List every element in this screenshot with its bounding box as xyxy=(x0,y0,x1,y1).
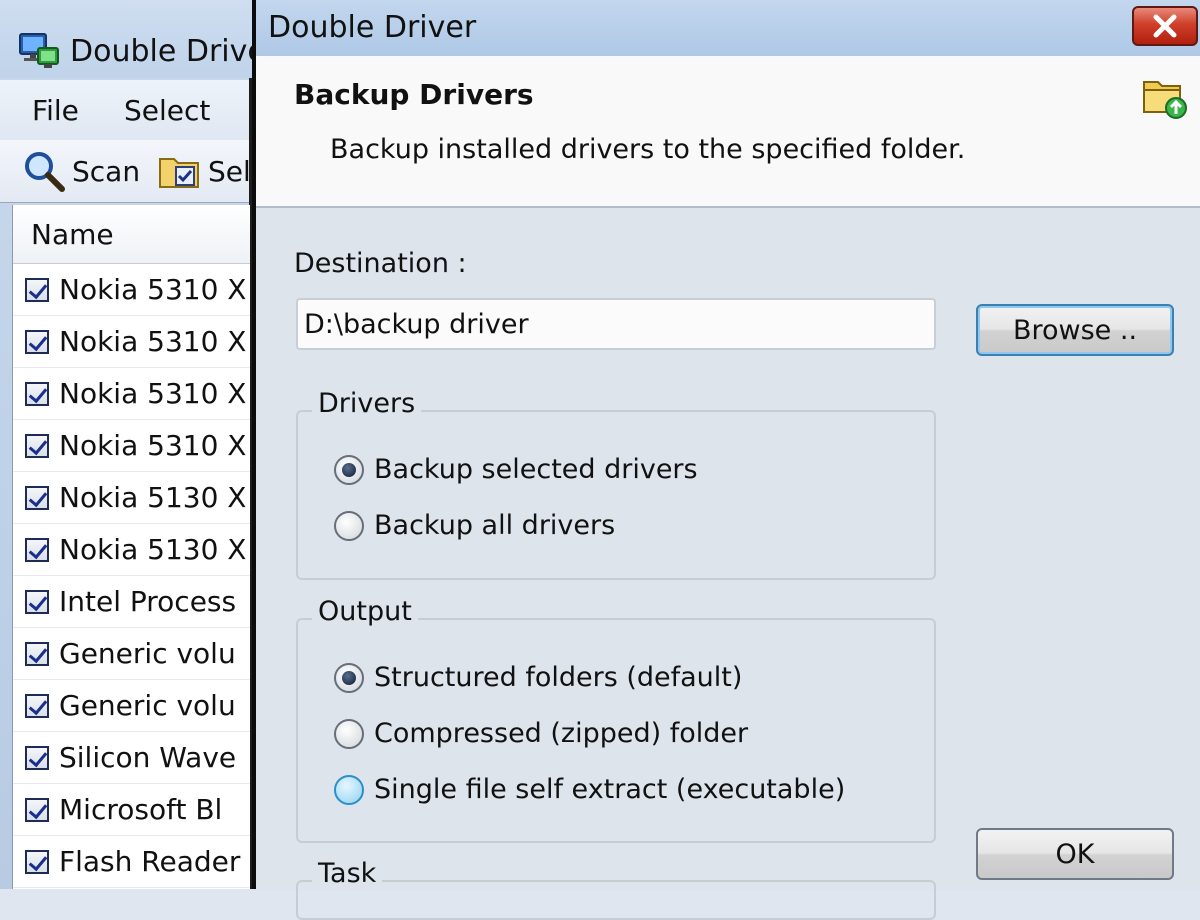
table-row[interactable]: Intel Process xyxy=(13,576,250,628)
row-checkbox[interactable] xyxy=(25,849,49,874)
row-checkbox[interactable] xyxy=(25,589,49,614)
main-window: Double Drive File Select Scan Sel Name N… xyxy=(0,0,266,889)
table-row[interactable]: Silicon Wave xyxy=(13,732,250,784)
row-label: Nokia 5310 X xyxy=(59,325,247,358)
folder-upload-icon xyxy=(1142,74,1188,124)
header-description: Backup installed drivers to the specifie… xyxy=(330,134,966,165)
radio-label: Compressed (zipped) folder xyxy=(374,718,749,749)
row-label: Nokia 5130 X xyxy=(59,533,247,566)
radio-button[interactable] xyxy=(334,454,364,485)
task-group: Task xyxy=(296,858,936,920)
table-row[interactable]: Nokia 5130 X xyxy=(13,524,250,576)
row-label: Intel Process xyxy=(59,585,237,618)
scan-label: Scan xyxy=(72,154,141,188)
table-row[interactable]: Generic volu xyxy=(13,680,250,732)
row-checkbox[interactable] xyxy=(25,693,49,718)
radio-button[interactable] xyxy=(334,774,364,805)
radio-label: Single file self extract (executable) xyxy=(374,774,846,805)
row-label: Nokia 5130 X xyxy=(59,481,247,514)
table-row[interactable]: Generic volu xyxy=(13,628,250,680)
row-label: Nokia 5310 X xyxy=(59,429,247,462)
toolbar: Scan Sel xyxy=(0,140,251,203)
radio-button[interactable] xyxy=(334,718,364,749)
radio-backup-selected[interactable]: Backup selected drivers xyxy=(334,454,698,485)
row-checkbox[interactable] xyxy=(25,433,49,458)
browse-button[interactable]: Browse .. xyxy=(976,304,1174,356)
dialog-titlebar[interactable]: Double Driver xyxy=(256,0,1200,56)
radio-compressed-folder[interactable]: Compressed (zipped) folder xyxy=(334,718,748,749)
computer-icon xyxy=(18,30,60,72)
table-row[interactable]: Microsoft Bl xyxy=(13,784,250,836)
row-checkbox[interactable] xyxy=(25,537,49,562)
row-checkbox[interactable] xyxy=(25,381,49,406)
row-label: Microsoft Bl xyxy=(59,793,223,826)
ok-button[interactable]: OK xyxy=(976,828,1174,880)
destination-input[interactable] xyxy=(296,298,936,350)
task-group-label: Task xyxy=(312,858,383,889)
radio-button[interactable] xyxy=(334,662,364,693)
row-label: Nokia 5310 X xyxy=(59,377,247,410)
table-row[interactable]: Nokia 5130 X xyxy=(13,472,250,524)
radio-label: Backup selected drivers xyxy=(374,454,698,485)
scan-button[interactable]: Scan xyxy=(22,150,140,192)
radio-label: Structured folders (default) xyxy=(374,662,743,693)
table-row[interactable]: Nokia 5310 X xyxy=(13,264,250,316)
search-icon xyxy=(25,152,65,192)
row-checkbox[interactable] xyxy=(25,745,49,770)
main-window-titlebar[interactable]: Double Drive xyxy=(0,0,266,78)
row-label: Flash Reader xyxy=(59,845,241,878)
driver-list[interactable]: Name Nokia 5310 X Nokia 5310 X Nokia 5310 … xyxy=(12,205,250,889)
radio-label: Backup all drivers xyxy=(374,510,616,541)
dialog-header: Backup Drivers Backup installed drivers … xyxy=(256,56,1200,208)
output-group: Output Structured folders (default) Comp… xyxy=(296,596,936,843)
table-row[interactable]: Flash Reader xyxy=(13,836,250,888)
menu-bar: File Select xyxy=(0,80,249,140)
table-row[interactable]: Nokia 5310 X xyxy=(13,316,250,368)
radio-button[interactable] xyxy=(334,510,364,541)
row-label: Generic volu xyxy=(59,689,236,722)
folder-check-icon xyxy=(159,158,199,188)
table-row[interactable]: Nokia 5310 X xyxy=(13,420,250,472)
dialog-title: Double Driver xyxy=(268,10,477,45)
row-label: Nokia 5310 X xyxy=(59,273,247,306)
close-icon xyxy=(1153,14,1177,38)
close-button[interactable] xyxy=(1132,6,1198,46)
row-checkbox[interactable] xyxy=(25,797,49,822)
output-group-label: Output xyxy=(312,596,418,627)
driver-list-rows: Nokia 5310 X Nokia 5310 X Nokia 5310 X Noki… xyxy=(13,264,250,888)
row-checkbox[interactable] xyxy=(25,277,49,302)
row-checkbox[interactable] xyxy=(25,329,49,354)
select-toolbar-label: Sel xyxy=(208,154,251,188)
drivers-group: Drivers Backup selected drivers Backup a… xyxy=(296,388,936,580)
table-row[interactable]: Nokia 5310 X xyxy=(13,368,250,420)
menu-select-label: Select xyxy=(124,94,211,127)
menu-file-label: File xyxy=(32,94,79,127)
menu-file[interactable]: File xyxy=(32,94,79,127)
radio-structured-folders[interactable]: Structured folders (default) xyxy=(334,662,742,693)
drivers-group-label: Drivers xyxy=(312,388,422,419)
radio-single-file[interactable]: Single file self extract (executable) xyxy=(334,774,845,805)
row-label: Generic volu xyxy=(59,637,236,670)
column-header-name[interactable]: Name xyxy=(13,205,250,264)
row-checkbox[interactable] xyxy=(25,641,49,666)
radio-backup-all[interactable]: Backup all drivers xyxy=(334,510,615,541)
row-checkbox[interactable] xyxy=(25,485,49,510)
row-label: Silicon Wave xyxy=(59,741,237,774)
menu-select[interactable]: Select xyxy=(124,94,210,127)
main-window-title: Double Drive xyxy=(70,34,266,69)
header-title: Backup Drivers xyxy=(294,78,534,111)
backup-dialog: Double Driver Backup Drivers Backup inst… xyxy=(252,0,1200,920)
destination-label: Destination : xyxy=(294,248,467,279)
select-toolbar-button[interactable]: Sel xyxy=(158,150,251,192)
